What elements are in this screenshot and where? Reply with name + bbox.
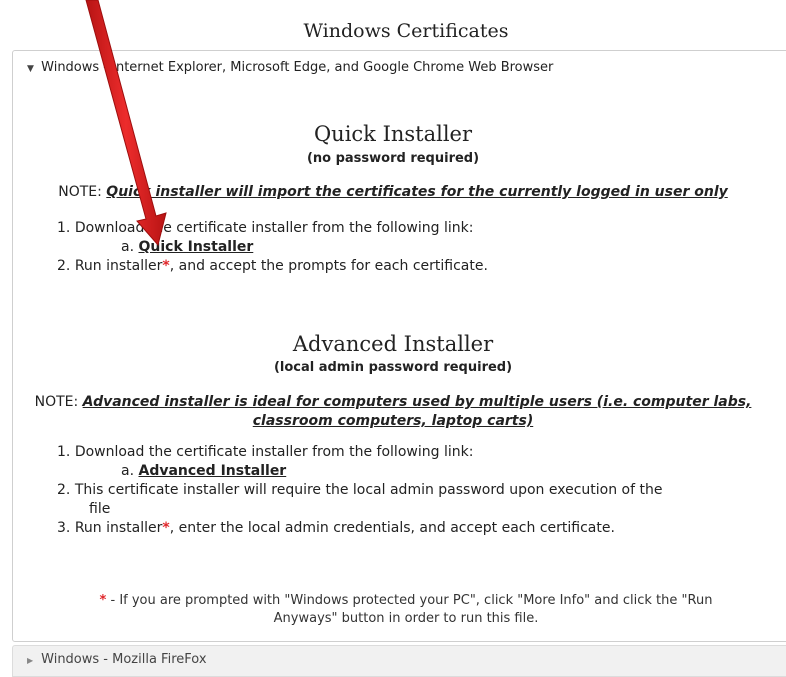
list-item: 2. Run installer*, and accept the prompt… (57, 258, 488, 274)
advanced-installer-subtitle: (local admin password required) (273, 360, 513, 375)
advanced-installer-note: NOTE: Advanced installer is ideal for co… (0, 393, 786, 431)
list-item: 1. Download the certificate installer fr… (57, 444, 474, 460)
step-text: This certificate installer will require … (74, 482, 663, 498)
asterisk-marker: * (162, 520, 170, 536)
asterisk-marker: * (162, 258, 170, 274)
advanced-installer-title: Advanced Installer (292, 332, 494, 356)
step-text: Run installer (74, 520, 163, 536)
footnote-line2: Anyways" button in order to run this fil… (273, 611, 539, 626)
accordion-header-ie-edge-chrome[interactable]: ▼ Windows - Internet Explorer, Microsoft… (13, 51, 786, 85)
accordion-header-firefox[interactable]: ▶ Windows - Mozilla FireFox (12, 645, 786, 677)
list-item: a. Quick Installer (57, 238, 488, 257)
advanced-installer-steps: 1. Download the certificate installer fr… (57, 443, 662, 538)
step-text: , and accept the prompts for each certif… (169, 258, 488, 274)
step-text: , enter the local admin credentials, and… (169, 520, 615, 536)
list-item: 2. This certificate installer will requi… (57, 482, 663, 498)
quick-installer-note: NOTE: Quick installer will import the ce… (0, 184, 786, 200)
quick-installer-link[interactable]: Quick Installer (138, 239, 253, 255)
note-text-line2: classroom computers, laptop carts) (252, 413, 534, 429)
note-text-line1: Advanced installer is ideal for computer… (82, 394, 752, 410)
note-prefix: NOTE: (34, 394, 83, 410)
note-prefix: NOTE: (58, 184, 107, 200)
list-item: 1. Download the certificate installer fr… (57, 220, 474, 236)
list-item: file (57, 500, 662, 519)
quick-installer-steps: 1. Download the certificate installer fr… (57, 219, 488, 276)
caret-right-icon: ▶ (27, 656, 34, 665)
quick-installer-subtitle: (no password required) (306, 151, 480, 166)
accordion-header-label: Windows - Mozilla FireFox (41, 652, 207, 667)
page-title: Windows Certificates (303, 20, 509, 42)
accordion-header-label: Windows - Internet Explorer, Microsoft E… (41, 60, 554, 75)
quick-installer-title: Quick Installer (313, 122, 473, 146)
link-prefix: a. (121, 239, 139, 255)
step-text: Download the certificate installer from … (74, 220, 474, 236)
list-item: a. Advanced Installer (57, 462, 662, 481)
note-text: Quick installer will import the certific… (106, 184, 728, 200)
footnote: * - If you are prompted with "Windows pr… (0, 592, 786, 628)
advanced-installer-link[interactable]: Advanced Installer (138, 463, 286, 479)
link-prefix: a. (121, 463, 139, 479)
step-text: Download the certificate installer from … (74, 444, 474, 460)
step-text: Run installer (74, 258, 163, 274)
step-text: file (89, 501, 111, 517)
list-item: 3. Run installer*, enter the local admin… (57, 520, 615, 536)
footnote-line1: - If you are prompted with "Windows prot… (106, 593, 713, 608)
caret-down-icon: ▼ (27, 64, 34, 74)
